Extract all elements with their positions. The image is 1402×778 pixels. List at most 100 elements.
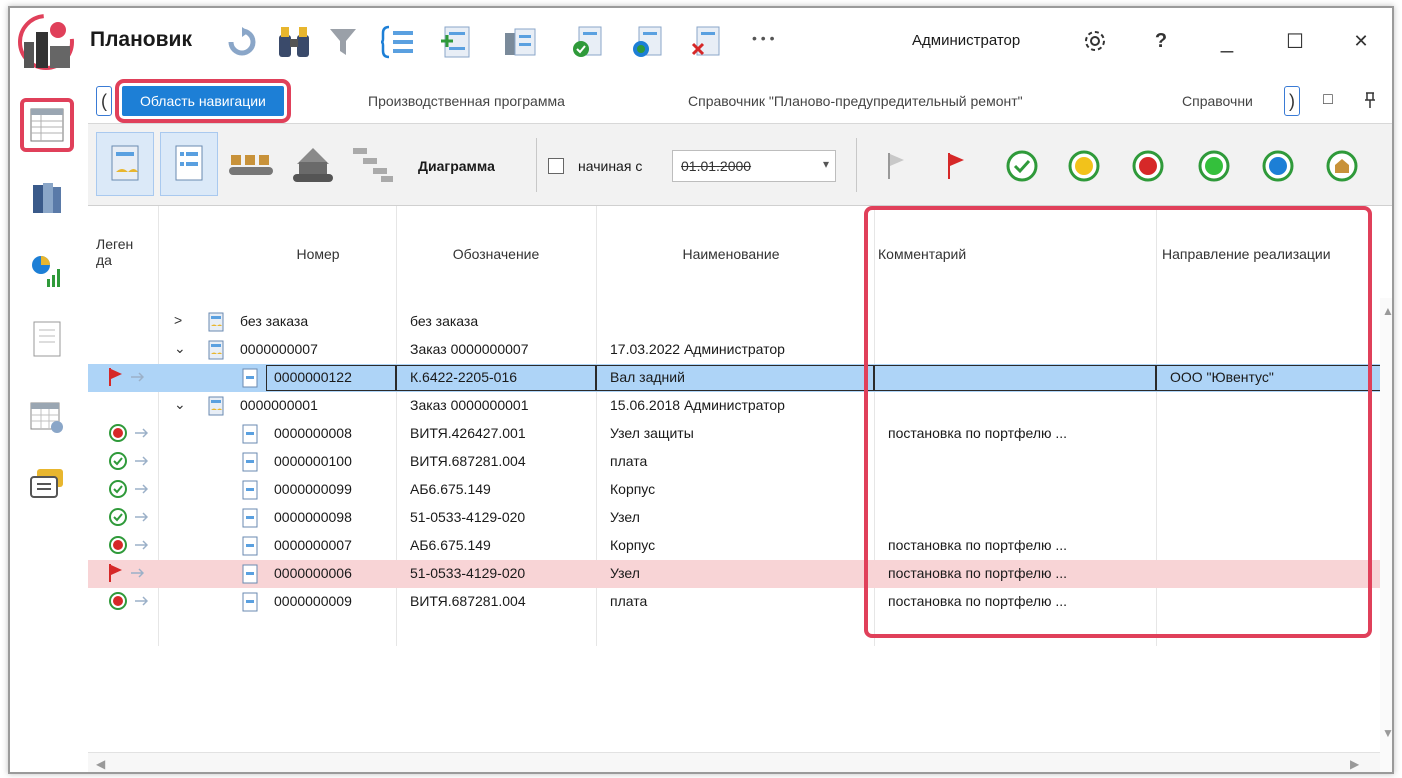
list-view-button[interactable] bbox=[160, 132, 218, 196]
approve-doc-icon[interactable] bbox=[568, 20, 608, 64]
table-row[interactable]: 0000000098 51-0533-4129-020 Узел bbox=[88, 504, 1384, 532]
table-row[interactable]: 0000000009 ВИТЯ.687281.004 плата постановка… bbox=[88, 588, 1384, 616]
link-arrow-icon[interactable] bbox=[134, 426, 149, 442]
table-row[interactable]: > без заказа без заказа bbox=[88, 308, 1384, 336]
horizontal-scrollbar[interactable]: ◀ ▶ bbox=[88, 752, 1380, 772]
tab-scroll-left-button[interactable]: ( bbox=[96, 86, 112, 116]
vertical-scrollbar[interactable]: ▲ ▼ bbox=[1380, 298, 1392, 772]
calendar-dropdown-icon[interactable]: ▾ bbox=[823, 157, 829, 171]
header-name[interactable]: Наименование bbox=[596, 206, 866, 302]
help-button[interactable]: ? bbox=[1144, 26, 1178, 56]
header-comment[interactable]: Комментарий bbox=[878, 206, 1148, 302]
cell-number[interactable]: 0000000008 bbox=[274, 425, 396, 441]
tab-scroll-right-button[interactable]: ) bbox=[1284, 86, 1300, 116]
cell-comment[interactable]: постановка по портфелю ... bbox=[888, 537, 1150, 553]
green-circle-icon[interactable] bbox=[1194, 146, 1234, 186]
cell-number[interactable]: без заказа bbox=[240, 313, 396, 329]
cell-number[interactable]: 0000000006 bbox=[274, 565, 396, 581]
expand-toggle-icon[interactable]: > bbox=[174, 312, 182, 328]
calendar-gear-icon[interactable] bbox=[20, 390, 74, 444]
chart-icon[interactable] bbox=[20, 244, 74, 298]
link-arrow-icon[interactable] bbox=[130, 370, 145, 386]
table-row[interactable]: 0000000100 ВИТЯ.687281.004 плата bbox=[88, 448, 1384, 476]
cell-designation[interactable]: без заказа bbox=[410, 313, 590, 329]
header-designation[interactable]: Обозначение bbox=[396, 206, 596, 302]
cell-comment[interactable]: постановка по портфелю ... bbox=[888, 593, 1150, 609]
cell-name[interactable]: плата bbox=[610, 593, 870, 609]
scroll-up-icon[interactable]: ▲ bbox=[1382, 304, 1392, 318]
user-name[interactable]: Администратор bbox=[912, 32, 1020, 49]
refresh-icon[interactable] bbox=[222, 20, 262, 64]
document-icon[interactable] bbox=[20, 312, 74, 366]
cell-name[interactable]: плата bbox=[610, 453, 870, 469]
cell-designation[interactable]: ВИТЯ.426427.001 bbox=[410, 425, 590, 441]
close-button[interactable]: ✕ bbox=[1344, 26, 1378, 56]
chat-icon[interactable] bbox=[20, 458, 74, 512]
table-row[interactable]: 0000000006 51-0533-4129-020 Узел постановка… bbox=[88, 560, 1384, 588]
restore-panel-button[interactable]: □ bbox=[1316, 88, 1340, 112]
scroll-left-icon[interactable]: ◀ bbox=[96, 757, 105, 771]
production-line-icon[interactable] bbox=[284, 132, 342, 196]
more-icon[interactable]: • • • bbox=[752, 30, 774, 46]
minimize-button[interactable]: _ bbox=[1210, 26, 1244, 56]
cell-number[interactable]: 0000000098 bbox=[274, 509, 396, 525]
reject-doc-icon[interactable] bbox=[686, 20, 726, 64]
blue-circle-icon[interactable] bbox=[1258, 146, 1298, 186]
cell-designation[interactable]: ВИТЯ.687281.004 bbox=[410, 453, 590, 469]
add-list-icon[interactable] bbox=[436, 20, 476, 64]
cell-number[interactable]: 0000000009 bbox=[274, 593, 396, 609]
header-legend[interactable]: Леген да bbox=[96, 236, 146, 276]
expand-toggle-icon[interactable]: ⌄ bbox=[174, 396, 186, 413]
cell-name[interactable]: Узел защиты bbox=[610, 425, 870, 441]
scroll-right-icon[interactable]: ▶ bbox=[1350, 757, 1359, 771]
header-direction[interactable]: Направление реализации bbox=[1162, 206, 1342, 302]
tab-navigation-area[interactable]: Область навигации bbox=[115, 79, 291, 123]
cell-designation[interactable]: АБ6.675.149 bbox=[410, 481, 590, 497]
link-arrow-icon[interactable] bbox=[134, 510, 149, 526]
conveyor-icon[interactable] bbox=[222, 132, 280, 196]
cell-name[interactable]: 17.03.2022 Администратор bbox=[610, 341, 870, 357]
table-row[interactable]: 0000000099 АБ6.675.149 Корпус bbox=[88, 476, 1384, 504]
cell-number[interactable]: 0000000001 bbox=[240, 397, 396, 413]
table-row[interactable]: 0000000122 К.6422-2205-016 Вал задний ООО "… bbox=[88, 364, 1384, 392]
cell-designation[interactable]: Заказ 0000000001 bbox=[410, 397, 590, 413]
cell-number[interactable]: 0000000100 bbox=[274, 453, 396, 469]
circle-doc-icon[interactable] bbox=[628, 20, 668, 64]
books-icon[interactable] bbox=[20, 170, 74, 224]
filter-icon[interactable] bbox=[324, 20, 364, 64]
maximize-button[interactable]: ☐ bbox=[1278, 26, 1312, 56]
link-arrow-icon[interactable] bbox=[130, 566, 145, 582]
cell-name[interactable]: Корпус bbox=[610, 537, 870, 553]
link-arrow-icon[interactable] bbox=[134, 454, 149, 470]
cell-comment[interactable]: постановка по портфелю ... bbox=[888, 425, 1150, 441]
link-arrow-icon[interactable] bbox=[134, 482, 149, 498]
orders-view-button[interactable] bbox=[96, 132, 154, 196]
cell-comment[interactable]: постановка по портфелю ... bbox=[888, 565, 1150, 581]
tab-production-program[interactable]: Производственная программа bbox=[368, 86, 565, 116]
plan-icon[interactable] bbox=[500, 20, 540, 64]
red-circle-icon[interactable] bbox=[1128, 146, 1168, 186]
cell-designation[interactable]: 51-0533-4129-020 bbox=[410, 509, 590, 525]
table-row[interactable]: 0000000007 АБ6.675.149 Корпус постановка по… bbox=[88, 532, 1384, 560]
cell-designation[interactable]: АБ6.675.149 bbox=[410, 537, 590, 553]
start-date-checkbox[interactable] bbox=[548, 158, 564, 174]
green-check-icon[interactable] bbox=[1002, 146, 1042, 186]
grey-flag-icon[interactable] bbox=[876, 146, 916, 186]
yellow-circle-icon[interactable] bbox=[1064, 146, 1104, 186]
cell-designation[interactable]: 51-0533-4129-020 bbox=[410, 565, 590, 581]
scroll-down-icon[interactable]: ▼ bbox=[1382, 726, 1392, 740]
gear-icon[interactable] bbox=[1078, 26, 1112, 56]
tab-directory-truncated[interactable]: Справочни bbox=[1182, 86, 1280, 116]
table-row[interactable]: ⌄ 0000000007 Заказ 0000000007 17.03.2022 Ад… bbox=[88, 336, 1384, 364]
tab-maintenance-directory[interactable]: Справочник "Планово-предупредительный ре… bbox=[688, 86, 1023, 116]
red-flag-icon[interactable] bbox=[936, 146, 976, 186]
link-arrow-icon[interactable] bbox=[134, 594, 149, 610]
cell-name[interactable]: Узел bbox=[610, 565, 870, 581]
table-icon[interactable] bbox=[20, 98, 74, 152]
cell-designation[interactable]: ВИТЯ.687281.004 bbox=[410, 593, 590, 609]
cell-name[interactable]: Корпус bbox=[610, 481, 870, 497]
warehouse-circle-icon[interactable] bbox=[1322, 146, 1362, 186]
cell-number[interactable]: 0000000007 bbox=[240, 341, 396, 357]
cell-number[interactable]: 0000000099 bbox=[274, 481, 396, 497]
binoculars-icon[interactable] bbox=[274, 20, 314, 64]
